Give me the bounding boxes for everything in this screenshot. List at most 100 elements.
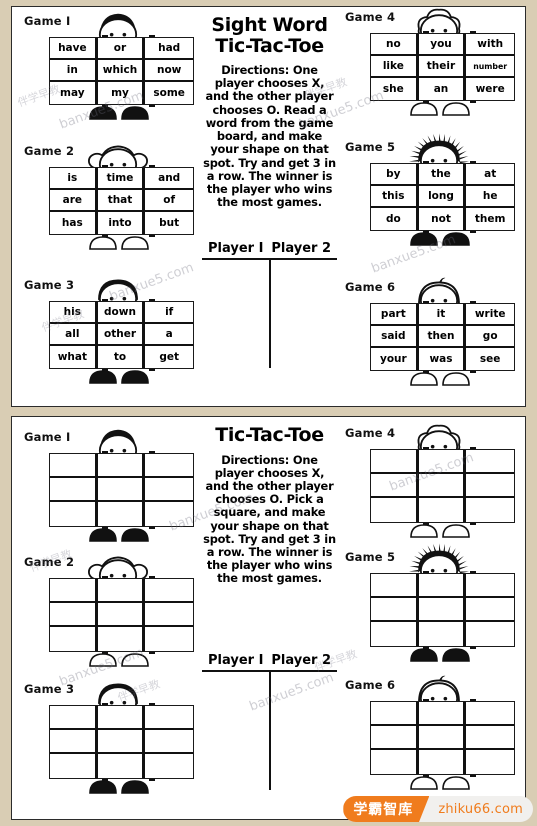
- board-cell[interactable]: of: [145, 190, 193, 212]
- board-cell[interactable]: his: [50, 302, 98, 324]
- board-cell[interactable]: [50, 627, 98, 651]
- board-cell[interactable]: [145, 730, 193, 754]
- board-cell[interactable]: [371, 450, 419, 474]
- board-cell[interactable]: [145, 478, 193, 502]
- board-cell[interactable]: [418, 750, 467, 774]
- board-cell[interactable]: were: [466, 78, 514, 100]
- board-cell[interactable]: [145, 754, 193, 778]
- board-cell[interactable]: is: [50, 168, 98, 190]
- board-cell[interactable]: [371, 498, 419, 522]
- board-cell[interactable]: at: [466, 164, 514, 186]
- board-cell[interactable]: [50, 579, 98, 603]
- board-cell[interactable]: [418, 498, 467, 522]
- board-cell[interactable]: which: [97, 60, 146, 82]
- board-cell[interactable]: was: [418, 348, 467, 370]
- board-cell[interactable]: [145, 627, 193, 651]
- board-cell[interactable]: [97, 478, 146, 502]
- board-cell[interactable]: [371, 598, 419, 622]
- board-cell[interactable]: [466, 702, 514, 726]
- board-cell[interactable]: [50, 478, 98, 502]
- board-cell[interactable]: down: [97, 302, 146, 324]
- board-cell[interactable]: this: [371, 186, 419, 208]
- board-cell[interactable]: [97, 454, 146, 478]
- board-cell[interactable]: now: [145, 60, 193, 82]
- board-cell[interactable]: are: [50, 190, 98, 212]
- board-cell[interactable]: [371, 474, 419, 498]
- board-cell[interactable]: [97, 627, 146, 651]
- board-cell[interactable]: not: [418, 208, 467, 230]
- board-cell[interactable]: them: [466, 208, 514, 230]
- board-cell[interactable]: the: [418, 164, 467, 186]
- board-cell[interactable]: [97, 603, 146, 627]
- board-cell[interactable]: their: [418, 56, 467, 78]
- board-cell[interactable]: [371, 750, 419, 774]
- board-cell[interactable]: [466, 622, 514, 646]
- board-cell[interactable]: long: [418, 186, 467, 208]
- board-cell[interactable]: [97, 706, 146, 730]
- board-cell[interactable]: [145, 502, 193, 526]
- board-cell[interactable]: see: [466, 348, 514, 370]
- board-cell[interactable]: or: [97, 38, 146, 60]
- board-cell[interactable]: get: [145, 346, 193, 368]
- board-cell[interactable]: a: [145, 324, 193, 346]
- board-cell[interactable]: my: [97, 82, 146, 104]
- board-cell[interactable]: have: [50, 38, 98, 60]
- board-cell[interactable]: part: [371, 304, 419, 326]
- board-cell[interactable]: [418, 598, 467, 622]
- board-cell[interactable]: had: [145, 38, 193, 60]
- board-cell[interactable]: [466, 474, 514, 498]
- board-cell[interactable]: no: [371, 34, 419, 56]
- board-cell[interactable]: [418, 702, 467, 726]
- board-cell[interactable]: an: [418, 78, 467, 100]
- board-cell[interactable]: number: [466, 56, 514, 78]
- board-cell[interactable]: [418, 474, 467, 498]
- board-cell[interactable]: [50, 603, 98, 627]
- board-cell[interactable]: with: [466, 34, 514, 56]
- board-cell[interactable]: go: [466, 326, 514, 348]
- board-cell[interactable]: but: [145, 212, 193, 234]
- board-cell[interactable]: [145, 603, 193, 627]
- board-cell[interactable]: other: [97, 324, 146, 346]
- board-cell[interactable]: to: [97, 346, 146, 368]
- board-cell[interactable]: then: [418, 326, 467, 348]
- board-cell[interactable]: [50, 754, 98, 778]
- board-cell[interactable]: you: [418, 34, 467, 56]
- board-cell[interactable]: [418, 574, 467, 598]
- board-cell[interactable]: by: [371, 164, 419, 186]
- board-cell[interactable]: some: [145, 82, 193, 104]
- board-cell[interactable]: all: [50, 324, 98, 346]
- board-cell[interactable]: [97, 730, 146, 754]
- board-cell[interactable]: [50, 706, 98, 730]
- footer-logo[interactable]: 学霸智库 zhiku66.com: [343, 796, 533, 822]
- board-cell[interactable]: if: [145, 302, 193, 324]
- board-cell[interactable]: [466, 498, 514, 522]
- board-cell[interactable]: and: [145, 168, 193, 190]
- board-cell[interactable]: [371, 574, 419, 598]
- board-cell[interactable]: [466, 450, 514, 474]
- board-cell[interactable]: do: [371, 208, 419, 230]
- board-cell[interactable]: [466, 574, 514, 598]
- board-cell[interactable]: [466, 726, 514, 750]
- board-cell[interactable]: that: [97, 190, 146, 212]
- board-cell[interactable]: [50, 730, 98, 754]
- board-cell[interactable]: [466, 750, 514, 774]
- board-cell[interactable]: [418, 622, 467, 646]
- board-cell[interactable]: it: [418, 304, 467, 326]
- board-cell[interactable]: [371, 726, 419, 750]
- board-cell[interactable]: he: [466, 186, 514, 208]
- board-cell[interactable]: said: [371, 326, 419, 348]
- board-cell[interactable]: [145, 706, 193, 730]
- board-cell[interactable]: like: [371, 56, 419, 78]
- board-cell[interactable]: in: [50, 60, 98, 82]
- board-cell[interactable]: [371, 622, 419, 646]
- board-cell[interactable]: [50, 454, 98, 478]
- board-cell[interactable]: [466, 598, 514, 622]
- board-cell[interactable]: into: [97, 212, 146, 234]
- board-cell[interactable]: [145, 454, 193, 478]
- board-cell[interactable]: [145, 579, 193, 603]
- board-cell[interactable]: [418, 726, 467, 750]
- board-cell[interactable]: your: [371, 348, 419, 370]
- board-cell[interactable]: time: [97, 168, 146, 190]
- board-cell[interactable]: [97, 579, 146, 603]
- board-cell[interactable]: [97, 502, 146, 526]
